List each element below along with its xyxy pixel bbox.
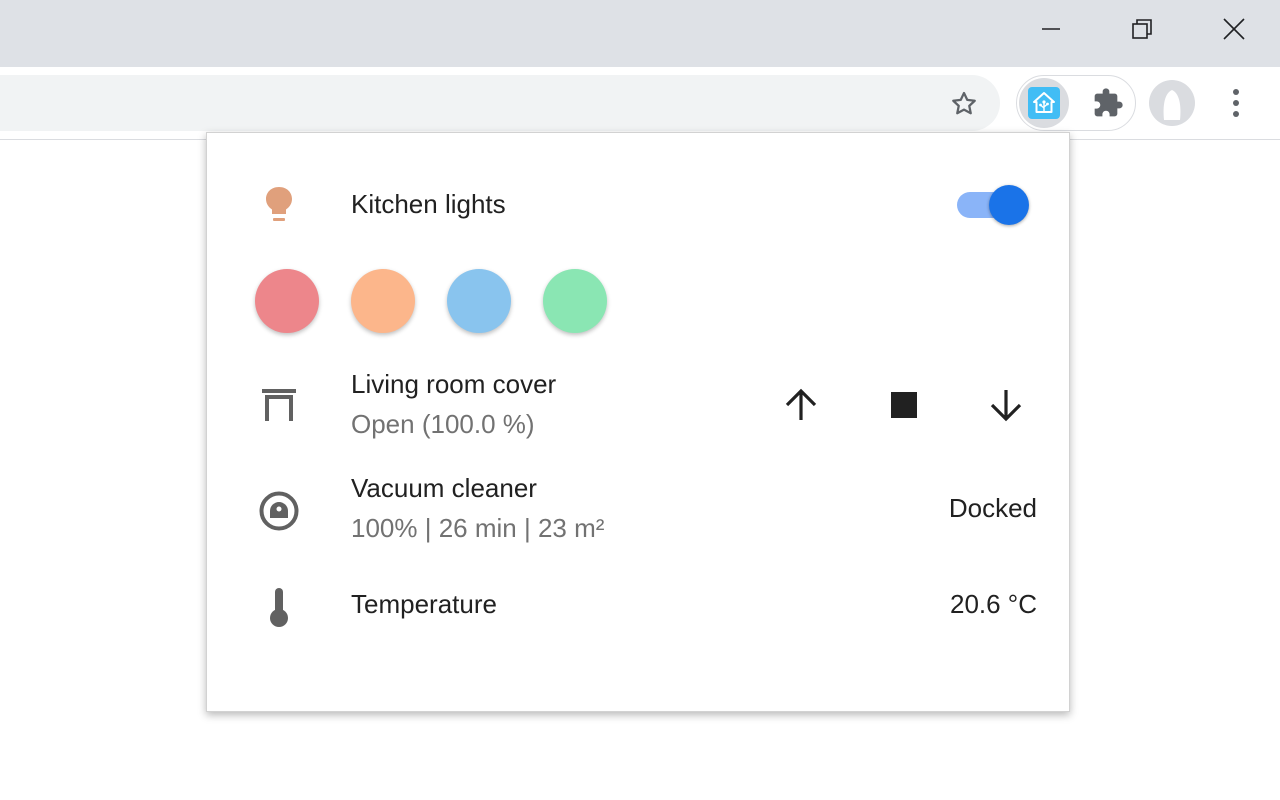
kitchen-lights-toggle[interactable] (955, 183, 1031, 227)
stop-icon (891, 392, 917, 418)
close-icon (1223, 18, 1245, 40)
puzzle-icon (1094, 88, 1123, 117)
vacuum-name: Vacuum cleaner (351, 473, 537, 503)
address-bar[interactable] (0, 75, 1000, 131)
title-bar (0, 0, 1280, 67)
cover-name: Living room cover (351, 369, 557, 399)
minimize-button[interactable] (1005, 0, 1097, 58)
thermometer-icon (257, 585, 301, 629)
color-preset-green[interactable] (543, 269, 607, 333)
temperature-value: 20.6 °C (949, 589, 1037, 619)
robot-vacuum-icon (257, 489, 301, 533)
close-window-button[interactable] (1188, 0, 1280, 58)
home-assistant-popup: Kitchen lights Living room cover Open (1… (206, 132, 1070, 712)
cover-status: Open (100.0 %) (351, 409, 535, 439)
browser-menu-button[interactable] (1214, 80, 1258, 126)
temperature-name: Temperature (351, 589, 497, 619)
profile-button[interactable] (1149, 80, 1195, 126)
home-assistant-extension-button[interactable] (1019, 78, 1069, 128)
cover-close-button[interactable] (978, 379, 1034, 431)
cover-stop-button[interactable] (876, 379, 932, 431)
color-preset-orange[interactable] (351, 269, 415, 333)
restore-button[interactable] (1096, 0, 1188, 58)
cover-open-button[interactable] (773, 379, 829, 431)
kitchen-lights-name: Kitchen lights (351, 189, 506, 219)
home-assistant-icon (1028, 87, 1060, 119)
lightbulb-icon (257, 183, 301, 227)
window-cover-icon (257, 383, 301, 427)
toggle-thumb (989, 185, 1029, 225)
avatar-icon (1149, 80, 1195, 126)
bookmark-button[interactable] (942, 82, 986, 126)
browser-toolbar (0, 67, 1280, 140)
vacuum-details: 100% | 26 min | 23 m² (351, 513, 605, 543)
kebab-menu-icon (1233, 89, 1239, 117)
restore-icon (1132, 19, 1152, 39)
vacuum-state: Docked (948, 493, 1037, 523)
color-preset-blue[interactable] (447, 269, 511, 333)
minimize-icon (1042, 28, 1060, 30)
star-outline-icon (952, 91, 976, 115)
arrow-down-icon (990, 390, 1022, 422)
arrow-up-icon (785, 388, 817, 420)
extensions-button[interactable] (1083, 78, 1133, 128)
color-preset-red[interactable] (255, 269, 319, 333)
